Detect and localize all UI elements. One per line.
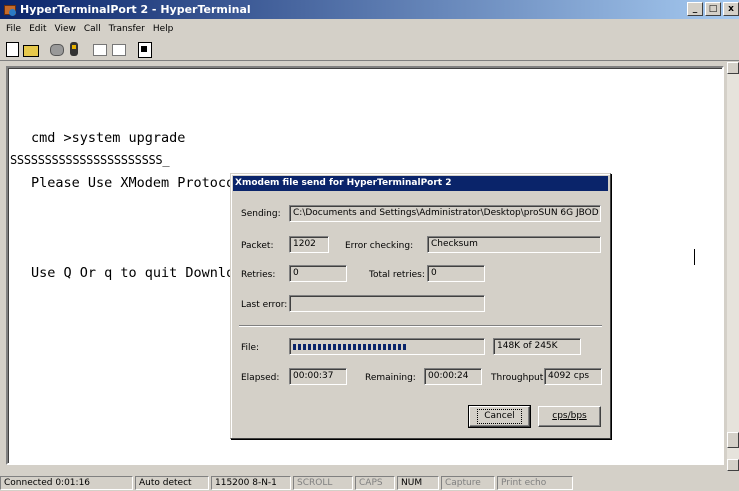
- window-controls: _ □ x: [687, 2, 739, 16]
- status-num: NUM: [397, 476, 439, 490]
- remaining-field: 00:00:24: [424, 368, 482, 385]
- packet-field: 1202: [289, 236, 329, 253]
- sending-field: C:\Documents and Settings\Administrator\…: [289, 205, 601, 222]
- toolbar: [0, 38, 739, 61]
- retries-field: 0: [289, 265, 347, 282]
- progress-fill: [293, 344, 408, 350]
- xmodem-send-dialog: Xmodem file send for HyperTerminalPort 2…: [230, 173, 611, 439]
- file-size-field: 148K of 245K: [493, 338, 581, 355]
- error-checking-label: Error checking:: [345, 241, 414, 251]
- cancel-button-label: Cancel: [477, 409, 522, 424]
- throughput-label: Throughput:: [491, 373, 547, 383]
- total-retries-label: Total retries:: [369, 270, 425, 280]
- vertical-scrollbar[interactable]: [727, 62, 739, 471]
- minimize-button[interactable]: _: [687, 2, 703, 16]
- connect-icon[interactable]: [66, 41, 82, 57]
- status-capture: Capture: [441, 476, 495, 490]
- status-caps: CAPS: [355, 476, 395, 490]
- properties-icon[interactable]: [136, 41, 152, 58]
- last-error-label: Last error:: [241, 300, 288, 310]
- menu-transfer[interactable]: Transfer: [105, 24, 149, 34]
- scroll-thumb[interactable]: [727, 432, 739, 448]
- close-button[interactable]: x: [723, 2, 739, 16]
- retries-label: Retries:: [241, 270, 276, 280]
- status-detect: Auto detect: [135, 476, 209, 490]
- open-icon[interactable]: [22, 41, 39, 57]
- scroll-up-arrow[interactable]: [727, 62, 739, 74]
- file-progress-bar: [289, 338, 485, 355]
- status-connected: Connected 0:01:16: [0, 476, 133, 490]
- cps-bps-button-label: cps/bps: [552, 411, 587, 421]
- status-print-echo: Print echo: [497, 476, 573, 490]
- scroll-down-arrow[interactable]: [727, 459, 739, 471]
- menu-file[interactable]: File: [2, 24, 25, 34]
- sending-label: Sending:: [241, 209, 281, 219]
- throughput-field: 4092 cps: [544, 368, 602, 385]
- terminal-transfer-line: SSSSSSSSSSSSSSSSSSSSSS_: [10, 153, 170, 167]
- title-bar: HyperTerminalPort 2 - HyperTerminal _ □ …: [0, 0, 739, 19]
- new-icon[interactable]: [4, 41, 20, 57]
- window-title: HyperTerminalPort 2 - HyperTerminal: [20, 3, 251, 16]
- text-cursor-icon: [694, 249, 695, 265]
- menu-bar: File Edit View Call Transfer Help: [0, 20, 177, 37]
- packet-label: Packet:: [241, 241, 274, 251]
- receive-icon[interactable]: [110, 41, 126, 57]
- file-label: File:: [241, 343, 260, 353]
- status-scroll: SCROLL: [293, 476, 353, 490]
- menu-call[interactable]: Call: [80, 24, 105, 34]
- total-retries-field: 0: [427, 265, 485, 282]
- elapsed-field: 00:00:37: [289, 368, 347, 385]
- menu-edit[interactable]: Edit: [25, 24, 50, 34]
- cps-bps-button[interactable]: cps/bps: [538, 406, 601, 427]
- horizontal-scrollbar[interactable]: [6, 466, 727, 472]
- remaining-label: Remaining:: [365, 373, 416, 383]
- menu-view[interactable]: View: [51, 24, 80, 34]
- status-settings: 115200 8-N-1: [211, 476, 291, 490]
- send-icon[interactable]: [92, 41, 108, 57]
- dialog-title: Xmodem file send for HyperTerminalPort 2: [233, 176, 608, 191]
- error-checking-field: Checksum: [427, 236, 601, 253]
- cancel-button[interactable]: Cancel: [468, 405, 531, 428]
- disconnect-icon[interactable]: [48, 41, 64, 57]
- elapsed-label: Elapsed:: [241, 373, 280, 383]
- hyperterminal-icon: [3, 3, 17, 17]
- menu-help[interactable]: Help: [149, 24, 178, 34]
- status-bar: Connected 0:01:16 Auto detect 115200 8-N…: [0, 475, 739, 491]
- dialog-divider: [239, 325, 602, 327]
- restore-button[interactable]: □: [705, 2, 721, 16]
- last-error-field: [289, 295, 485, 312]
- terminal-line: cmd >system upgrade: [31, 130, 186, 146]
